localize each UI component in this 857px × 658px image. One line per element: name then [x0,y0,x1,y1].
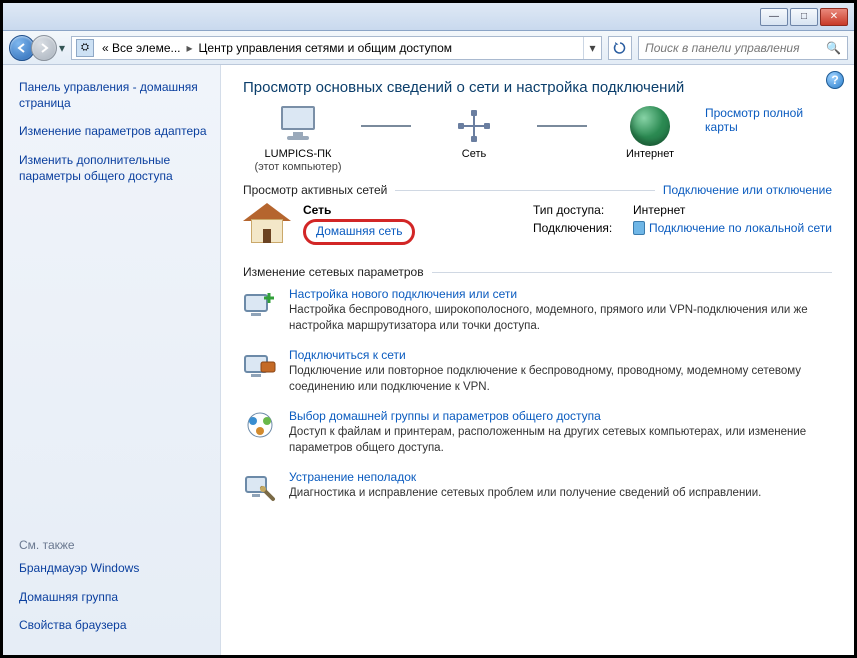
network-map: LUMPICS-ПК (этот компьютер) Сеть Интерне… [243,106,705,173]
new-connection-icon [243,287,277,321]
lan-connection-link[interactable]: Подключение по локальной сети [649,221,832,235]
computer-icon [275,106,321,146]
nav-forward-button[interactable] [31,35,57,61]
sidebar-link-home[interactable]: Панель управления - домашняя страница [19,79,208,111]
house-icon [243,203,291,247]
task-connect-network-link[interactable]: Подключиться к сети [289,348,406,362]
breadcrumb-current[interactable]: Центр управления сетями и общим доступом [195,41,457,55]
network-settings-header: Изменение сетевых параметров [243,265,832,279]
active-networks-header: Просмотр активных сетей Подключение или … [243,183,832,197]
search-icon: 🔍 [826,41,841,55]
sidebar: Панель управления - домашняя страница Из… [3,65,221,655]
active-network-details: Тип доступа: Интернет Подключения: Подкл… [533,203,832,245]
connections-label: Подключения: [533,221,623,235]
access-type-label: Тип доступа: [533,203,623,217]
task-connect-network-desc: Подключение или повторное подключение к … [289,364,832,395]
connect-disconnect-link[interactable]: Подключение или отключение [663,183,832,197]
sidebar-link-internet-options[interactable]: Свойства браузера [19,617,208,633]
window-titlebar: — □ ✕ [3,3,854,31]
search-placeholder: Поиск в панели управления [645,41,800,55]
map-connector-icon [537,125,587,127]
sidebar-link-homegroup[interactable]: Домашняя группа [19,589,208,605]
task-new-connection: Настройка нового подключения или сети На… [243,287,832,334]
troubleshoot-icon [243,470,277,504]
globe-icon [630,106,670,146]
active-networks-title: Просмотр активных сетей [243,183,387,197]
network-type-link[interactable]: Домашняя сеть [316,224,402,238]
map-node-network: Сеть [419,106,529,173]
sidebar-see-also-title: См. также [19,538,208,552]
map-network-name: Сеть [462,148,486,161]
network-icon [454,106,494,146]
task-new-connection-link[interactable]: Настройка нового подключения или сети [289,287,517,301]
nic-icon [633,221,645,235]
task-troubleshoot: Устранение неполадок Диагностика и испра… [243,470,832,504]
nav-arrows: ▾ [9,35,65,61]
network-settings-title: Изменение сетевых параметров [243,265,424,279]
task-connect-network: Подключиться к сети Подключение или повт… [243,348,832,395]
help-icon[interactable]: ? [826,71,844,89]
map-node-pc: LUMPICS-ПК (этот компьютер) [243,106,353,173]
active-network-name: Сеть [303,203,415,217]
tasks-list: Настройка нового подключения или сети На… [243,287,832,504]
divider [395,190,655,191]
task-troubleshoot-link[interactable]: Устранение неполадок [289,470,416,484]
address-dropdown-icon[interactable]: ▾ [583,37,601,59]
map-pc-sub: (этот компьютер) [254,161,341,173]
search-input[interactable]: Поиск в панели управления 🔍 [638,36,848,60]
highlight-callout: Домашняя сеть [303,219,415,245]
control-panel-window: — □ ✕ ▾ ⛭ « Все элеме... ▸ Центр управле… [0,0,857,658]
sidebar-link-advanced-sharing[interactable]: Изменить дополнительные параметры общего… [19,152,208,184]
connect-network-icon [243,348,277,382]
nav-history-dropdown-icon[interactable]: ▾ [59,41,65,55]
sidebar-link-firewall[interactable]: Брандмауэр Windows [19,560,208,576]
maximize-button[interactable]: □ [790,8,818,26]
navigation-bar: ▾ ⛭ « Все элеме... ▸ Центр управления се… [3,31,854,65]
window-body: Панель управления - домашняя страница Из… [3,65,854,655]
refresh-button[interactable] [608,36,632,60]
map-node-internet: Интернет [595,106,705,173]
divider [432,272,832,273]
minimize-button[interactable]: — [760,8,788,26]
control-panel-icon: ⛭ [76,39,94,57]
task-new-connection-desc: Настройка беспроводного, широкополосного… [289,303,832,334]
access-type-value: Интернет [633,203,685,217]
address-bar[interactable]: ⛭ « Все элеме... ▸ Центр управления сетя… [71,36,602,60]
map-internet-name: Интернет [626,148,674,161]
breadcrumb-prev[interactable]: « Все элеме... [98,41,184,55]
homegroup-icon [243,409,277,443]
task-homegroup-link[interactable]: Выбор домашней группы и параметров общег… [289,409,601,423]
sidebar-link-adapter-settings[interactable]: Изменение параметров адаптера [19,123,208,139]
task-homegroup-desc: Доступ к файлам и принтерам, расположенн… [289,425,832,456]
content-area: ? Просмотр основных сведений о сети и на… [221,65,854,655]
map-connector-icon [361,125,411,127]
task-homegroup: Выбор домашней группы и параметров общег… [243,409,832,456]
breadcrumb-separator-icon: ▸ [185,41,195,55]
task-troubleshoot-desc: Диагностика и исправление сетевых пробле… [289,486,761,502]
close-button[interactable]: ✕ [820,8,848,26]
map-pc-name: LUMPICS-ПК [265,148,332,161]
view-full-map-link[interactable]: Просмотр полной карты [705,106,832,134]
page-title: Просмотр основных сведений о сети и наст… [243,79,832,96]
active-network-block: Сеть Домашняя сеть Тип доступа: Интернет… [243,203,832,247]
